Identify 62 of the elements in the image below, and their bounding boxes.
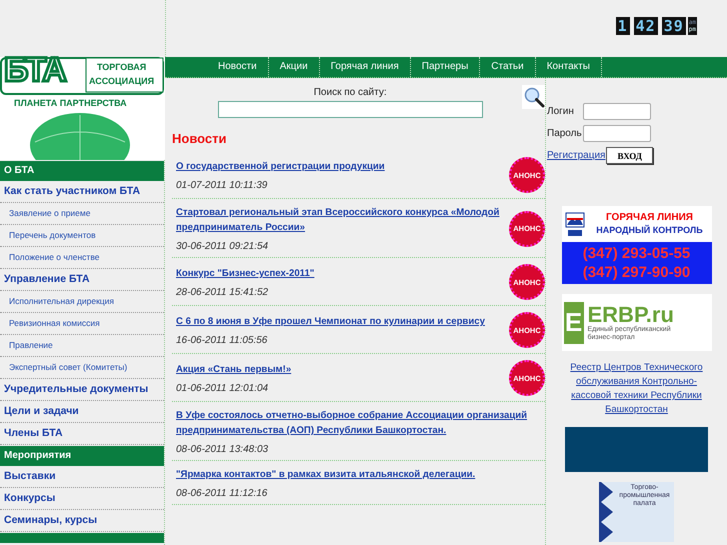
- sidebar-link[interactable]: Выставки: [0, 466, 164, 488]
- sidebar-link[interactable]: Исполнительная дирекция: [0, 291, 164, 313]
- login-field[interactable]: [583, 103, 651, 120]
- news-date: 28-06-2011 15:41:52: [176, 287, 270, 298]
- news-title-link[interactable]: Стартовал региональный этап Всероссийского конкурса «Молодой предприниматель России»: [176, 205, 503, 235]
- logo-title: АССОЦИАЦИЯ: [89, 77, 154, 86]
- hotline-title: ГОРЯЧАЯ ЛИНИЯ: [606, 211, 693, 224]
- clock-seconds: 39: [662, 17, 686, 35]
- news-title-link[interactable]: В Уфе состоялось отчетно-выборное собрание Ассоциации организаций предпринимательства (АОП) Республики Башкортостан.: [176, 408, 545, 438]
- logo-slogan: ПЛАНЕТА ПАРТНЕРСТВА: [14, 99, 127, 108]
- ornament-icon: [599, 482, 615, 542]
- nav-tab[interactable]: Горячая линия: [320, 57, 411, 77]
- phone-number: (347) 293-05-55: [582, 244, 690, 263]
- logo-title: ТОРГОВАЯ: [97, 63, 146, 72]
- news-date: 01-07-2011 10:11:39: [176, 180, 268, 191]
- hotline-subtitle: НАРОДНЫЙ КОНТРОЛЬ: [596, 224, 703, 237]
- news-title-link[interactable]: Конкурс "Бизнес-успех-2011": [176, 266, 503, 281]
- clock-hours: 1: [616, 17, 630, 35]
- nav-tab[interactable]: Акции: [268, 57, 320, 77]
- password-field[interactable]: [583, 125, 651, 142]
- portal-name: ERBP.ru: [588, 304, 675, 326]
- search-label: Поиск по сайту:: [314, 87, 387, 98]
- sidebar-link[interactable]: Семинары, курсы: [0, 510, 164, 532]
- search-button[interactable]: [522, 85, 545, 109]
- sidebar-section-header[interactable]: О БТА: [0, 161, 164, 181]
- nav-tab[interactable]: Статьи: [480, 57, 536, 77]
- clock-minutes: 42: [634, 17, 658, 35]
- nav-tab[interactable]: Партнеры: [410, 57, 480, 77]
- sidebar-link[interactable]: Положение о членстве: [0, 247, 164, 269]
- password-label: Пароль: [547, 128, 583, 139]
- nav-tab[interactable]: Контакты: [536, 57, 602, 77]
- news-date: 08-06-2011 13:48:03: [176, 444, 270, 455]
- sidebar-link[interactable]: Как стать участником БТА: [0, 181, 164, 203]
- news-title-link[interactable]: Акция «Стань первым!»: [176, 362, 503, 377]
- sidebar-link[interactable]: Конкурсы: [0, 488, 164, 510]
- news-title-link[interactable]: С 6 по 8 июня в Уфе прошел Чемпионат по кулинарии и сервису: [176, 314, 503, 329]
- sidebar-link[interactable]: Экспертный совет (Комитеты): [0, 357, 164, 379]
- search-icon: [522, 86, 545, 108]
- sidebar-link[interactable]: Цели и задачи: [0, 401, 164, 423]
- sidebar-section-header[interactable]: Мероприятия: [0, 446, 164, 466]
- nav-tab[interactable]: Новости: [207, 57, 269, 77]
- news-date: 01-06-2011 12:01:04: [176, 383, 270, 394]
- login-label: Логин: [547, 106, 575, 117]
- register-link[interactable]: Регистрация: [547, 150, 606, 161]
- news-heading: Новости: [172, 131, 228, 148]
- news-date: 16-06-2011 11:05:56: [176, 335, 268, 346]
- sidebar-link[interactable]: Заявление о приеме: [0, 203, 164, 225]
- registry-link[interactable]: Реестр Центров Технического обслуживания Контрольно-кассовой техники Республики Башкортостан: [562, 361, 712, 417]
- portal-logo-letter: E: [564, 302, 584, 344]
- news-date: 08-06-2011 11:12:16: [176, 488, 268, 499]
- news-date: 30-06-2011 09:21:54: [176, 241, 270, 252]
- news-title-link[interactable]: "Ярмарка контактов" в рамках визита итальянской делегации.: [176, 467, 545, 482]
- news-title-link[interactable]: О государственной регистрации продукции: [176, 159, 503, 174]
- sidebar-link[interactable]: Перечень документов: [0, 225, 164, 247]
- sidebar-link[interactable]: Учредительные документы: [0, 379, 164, 401]
- login-button[interactable]: ВХОД: [606, 147, 653, 164]
- sidebar-link[interactable]: Правление: [0, 335, 164, 357]
- sidebar-link[interactable]: Управление БТА: [0, 269, 164, 291]
- search-field[interactable]: [218, 101, 483, 118]
- sidebar-link[interactable]: Ревизионная комиссия: [0, 313, 164, 335]
- phone-number: (347) 297-90-90: [582, 263, 690, 282]
- sidebar-link[interactable]: Члены БТА: [0, 423, 164, 445]
